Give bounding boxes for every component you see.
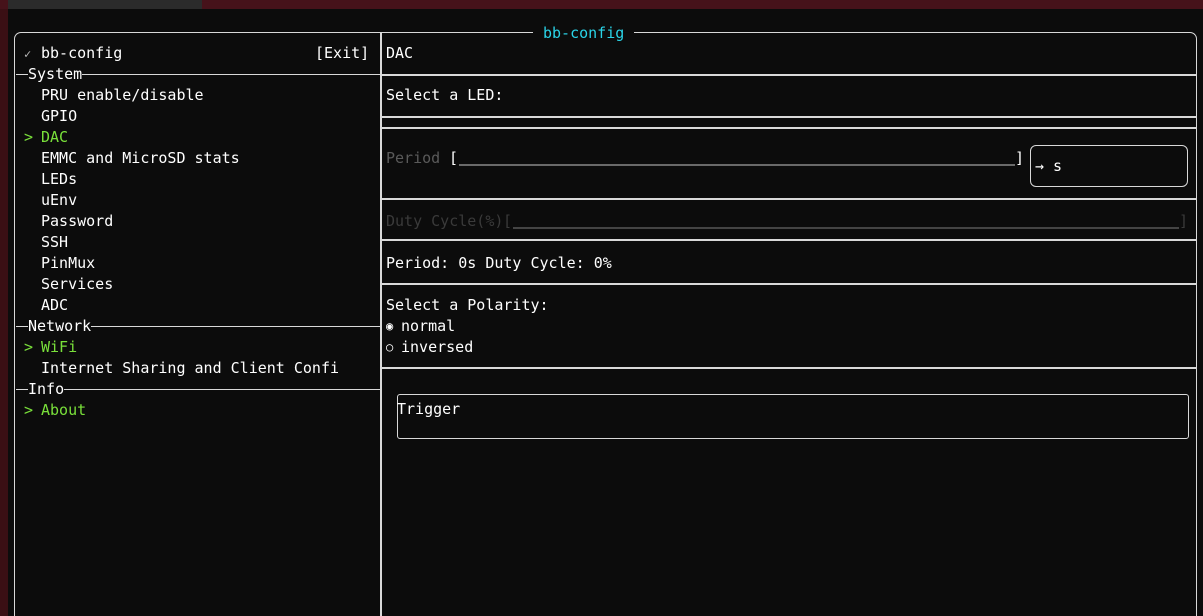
polarity-option-inversed[interactable]: inversed <box>401 337 473 358</box>
radio-empty-icon[interactable]: ○ <box>386 337 393 358</box>
period-bracket-close: ] <box>1015 149 1025 167</box>
selected-marker-icon: > <box>24 401 34 419</box>
app-title: bb-config <box>533 23 635 43</box>
sidebar-item-password[interactable]: Password <box>41 211 113 232</box>
separator <box>381 283 1197 285</box>
sidebar-item-wifi[interactable]: WiFi <box>41 337 77 358</box>
separator <box>381 116 1197 118</box>
section-label-network: Network <box>28 317 92 335</box>
sidebar-item-emmc[interactable]: EMMC and MicroSD stats <box>41 148 240 169</box>
polarity-option-normal[interactable]: normal <box>401 316 455 337</box>
sidebar-item-services[interactable]: Services <box>41 274 113 295</box>
selected-marker-icon: > <box>24 338 34 356</box>
radio-selected-icon[interactable]: ◉ <box>386 316 393 337</box>
section-network: Network <box>16 316 381 337</box>
section-label-system: System <box>28 65 83 83</box>
terminal-window: bb-config ✓ bb-config [Exit] System PRU … <box>8 9 1203 616</box>
sidebar-item-leds[interactable]: LEDs <box>41 169 77 190</box>
duty-cycle-label: Duty Cycle(%) <box>386 212 504 230</box>
sidebar-item-about[interactable]: About <box>41 400 86 421</box>
section-info: Info <box>16 379 381 400</box>
separator <box>381 127 1197 129</box>
trigger-dropdown[interactable] <box>397 394 1189 439</box>
separator <box>381 198 1197 200</box>
sidebar-item-ssh[interactable]: SSH <box>41 232 68 253</box>
exit-button[interactable]: [Exit] <box>315 43 369 64</box>
polarity-prompt: Select a Polarity: <box>386 296 549 314</box>
sidebar-item-pru[interactable]: PRU enable/disable <box>41 85 204 106</box>
period-unit: → s <box>1035 157 1063 175</box>
section-system: System <box>16 64 381 85</box>
separator <box>381 239 1197 241</box>
duty-cycle-bracket-open: [ <box>503 212 513 230</box>
sidebar-item-dac[interactable]: DAC <box>41 127 68 148</box>
sidebar-item-adc[interactable]: ADC <box>41 295 68 316</box>
selected-marker-icon: > <box>24 128 34 146</box>
sidebar-item-internet-sharing[interactable]: Internet Sharing and Client Confi <box>41 358 339 379</box>
duty-cycle-input[interactable] <box>513 227 1179 229</box>
sidebar-item-uenv[interactable]: uEnv <box>41 190 77 211</box>
status-text: Period: 0s Duty Cycle: 0% <box>386 254 612 272</box>
led-prompt: Select a LED: <box>386 86 504 104</box>
terminal-tab[interactable] <box>8 0 202 9</box>
sidebar-header-title: bb-config <box>41 44 123 62</box>
sidebar-item-gpio[interactable]: GPIO <box>41 106 77 127</box>
period-input[interactable] <box>459 164 1015 166</box>
page-title: DAC <box>386 44 414 62</box>
sidebar-item-pinmux[interactable]: PinMux <box>41 253 95 274</box>
separator <box>381 74 1197 76</box>
terminal-title-strip <box>0 0 1203 9</box>
period-bracket-open: [ <box>449 149 459 167</box>
duty-cycle-bracket-close: ] <box>1179 212 1189 230</box>
separator <box>381 367 1197 369</box>
checkmark-icon: ✓ <box>24 47 32 61</box>
period-label: Period <box>386 149 441 167</box>
trigger-label: Trigger <box>397 400 461 418</box>
section-label-info: Info <box>28 380 65 398</box>
